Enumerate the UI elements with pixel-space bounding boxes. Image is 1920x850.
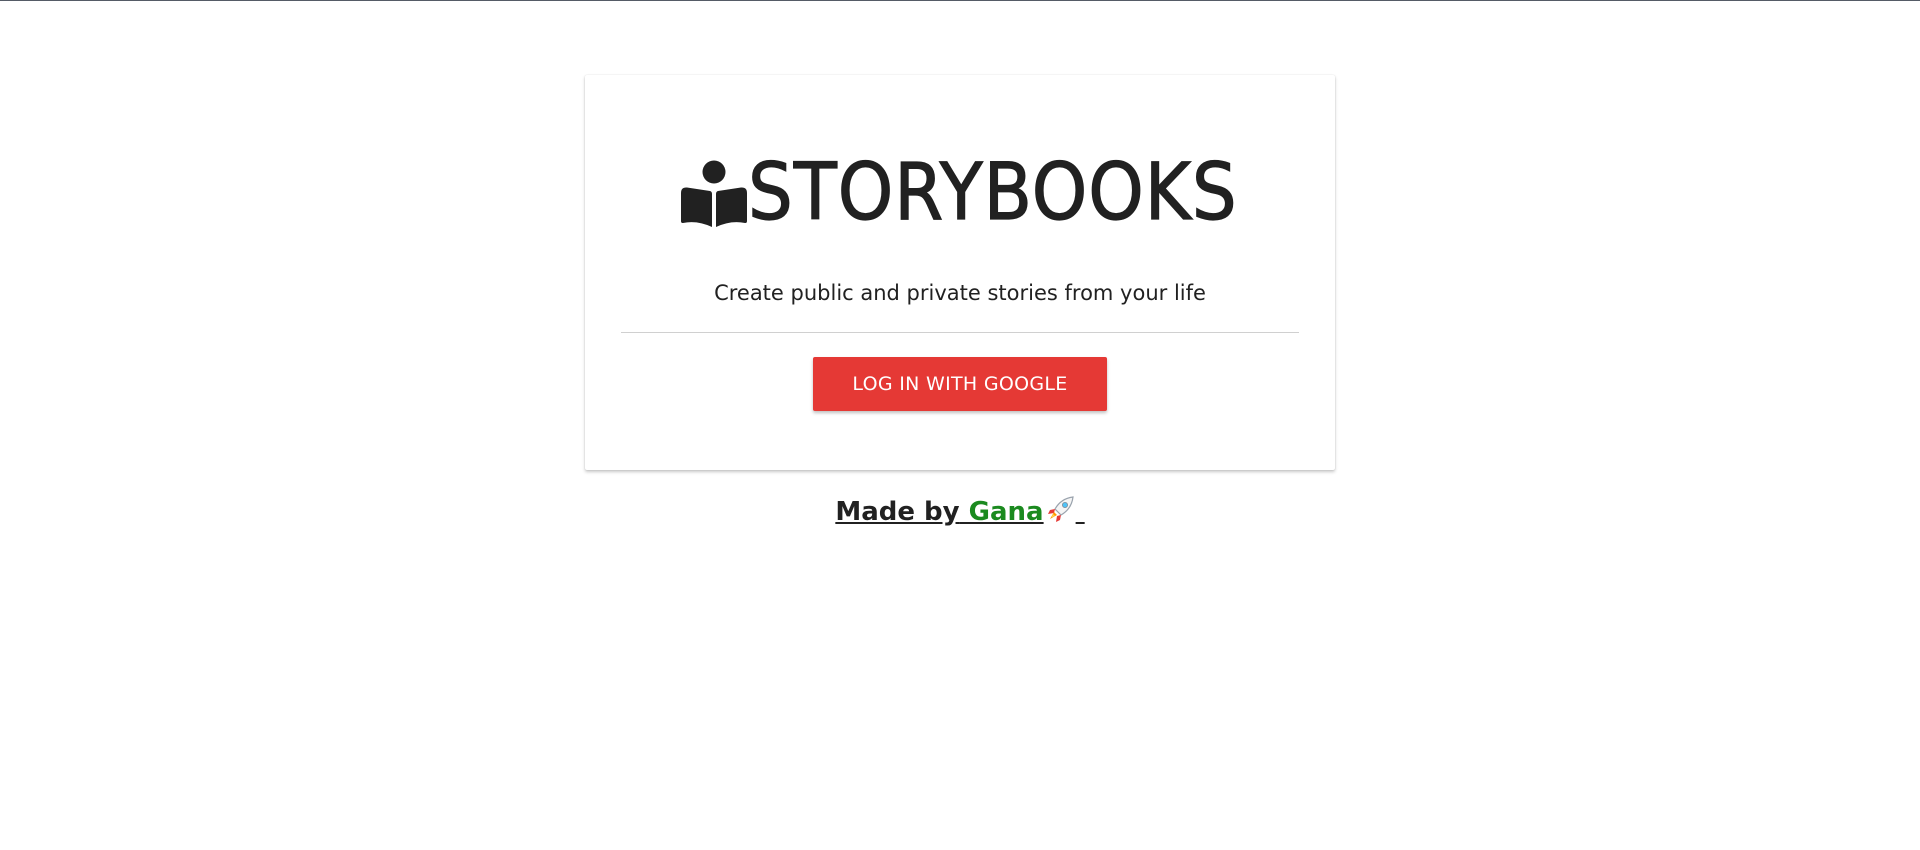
made-by-label: Made by [835, 497, 960, 527]
tagline: Create public and private stories from y… [714, 281, 1206, 305]
card-divider [621, 332, 1299, 333]
author-link[interactable]: Made by Gana [835, 496, 1084, 527]
google-login-button[interactable]: LOG IN WITH GOOGLE [813, 357, 1107, 411]
reader-book-icon [681, 160, 747, 227]
footer-credit: Made by Gana [0, 495, 1920, 529]
app-logo-text: STORYBOOKS [747, 148, 1238, 238]
app-logo: STORYBOOKS [680, 148, 1289, 238]
rocket-icon [1047, 496, 1074, 522]
author-name: Gana [959, 497, 1044, 527]
top-border [0, 0, 1920, 1]
login-card: STORYBOOKS Create public and private sto… [585, 75, 1335, 470]
